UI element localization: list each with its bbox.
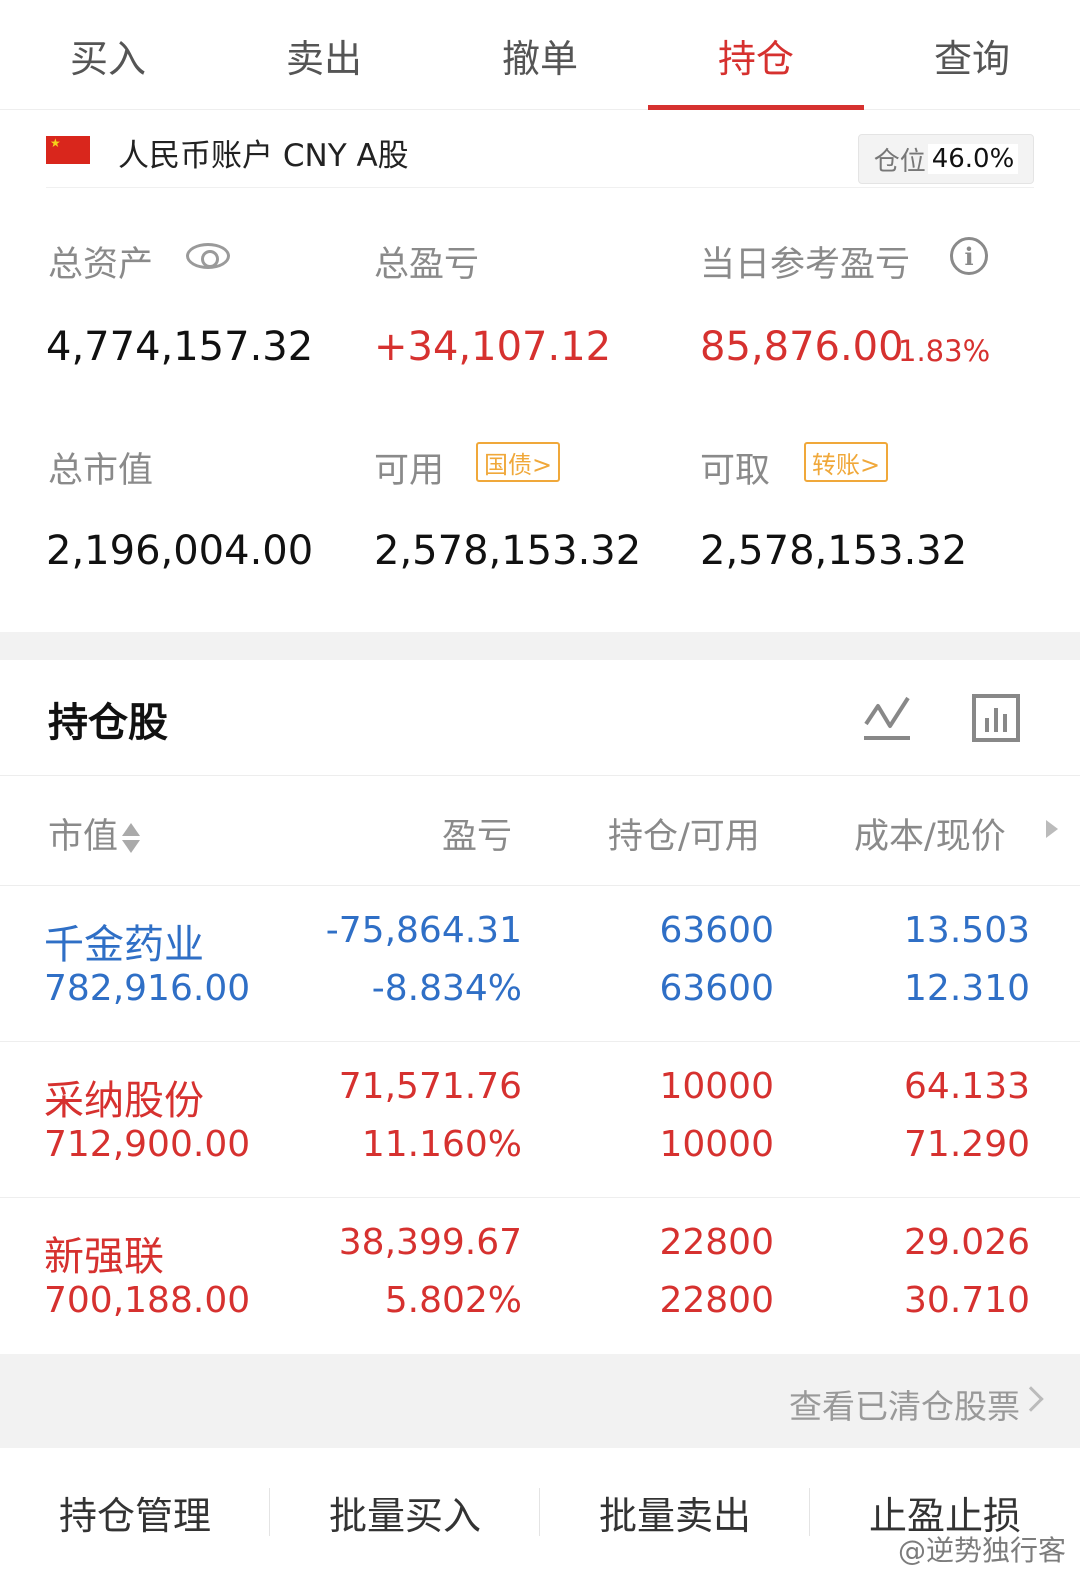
account-row: 人民币账户 CNY A股 仓位 46.0% — [46, 112, 1034, 188]
position-management-button[interactable]: 持仓管理 — [0, 1448, 270, 1577]
tab-holdings[interactable]: 持仓 — [648, 0, 864, 110]
withdrawable-label: 可取 — [700, 451, 771, 491]
tab-buy[interactable]: 买入 — [0, 0, 216, 110]
position-ratio-badge: 仓位 46.0% — [858, 134, 1034, 184]
top-tab-bar: 买入 卖出 撤单 持仓 查询 — [0, 0, 1080, 110]
daily-pnl-label: 当日参考盈亏 — [700, 245, 911, 285]
view-cleared-stocks-link[interactable]: 查看已清仓股票 — [789, 1380, 1020, 1428]
column-header-market-value[interactable]: 市值 — [48, 808, 141, 859]
stock-cost: 64.133 — [904, 1066, 1030, 1107]
section-divider — [0, 632, 1080, 660]
stock-name: 千金药业 — [44, 922, 204, 968]
tab-cancel-order[interactable]: 撤单 — [432, 0, 648, 110]
stock-price: 30.710 — [904, 1280, 1030, 1321]
market-value-value: 2,196,004.00 — [46, 528, 314, 574]
stock-position: 22800 — [659, 1222, 774, 1263]
bar-chart-icon[interactable] — [972, 694, 1020, 742]
column-header-pnl: 盈亏 — [442, 817, 513, 857]
info-icon[interactable]: i — [950, 237, 988, 275]
stock-name: 新强联 — [44, 1234, 164, 1280]
column-header-position: 持仓/可用 — [608, 817, 760, 857]
tab-query[interactable]: 查询 — [864, 0, 1080, 110]
stock-market-value: 712,900.00 — [44, 1124, 251, 1165]
stock-available: 10000 — [659, 1124, 774, 1165]
treasury-bond-tag[interactable]: 国债> — [476, 442, 561, 482]
available-label: 可用 — [374, 451, 445, 491]
batch-buy-button[interactable]: 批量买入 — [270, 1448, 540, 1577]
stock-pnl-percent: 11.160% — [361, 1124, 522, 1165]
column-header-cost-price: 成本/现价 — [854, 817, 1006, 857]
stock-price: 12.310 — [904, 968, 1030, 1009]
divider — [0, 775, 1080, 776]
stock-cost: 29.026 — [904, 1222, 1030, 1263]
holding-row[interactable]: 新强联 700,188.00 38,399.67 5.802% 22800 22… — [0, 1198, 1080, 1354]
column-header-market-value-label: 市值 — [48, 817, 119, 857]
available-value: 2,578,153.32 — [374, 528, 642, 574]
stock-pnl: 71,571.76 — [338, 1066, 522, 1107]
market-value-label: 总市值 — [48, 451, 154, 491]
chevron-right-icon — [1018, 1386, 1044, 1412]
total-assets-value: 4,774,157.32 — [46, 324, 314, 370]
watermark: @逆势独行客 — [897, 1534, 1066, 1567]
holdings-title: 持仓股 — [48, 700, 168, 746]
batch-sell-button[interactable]: 批量卖出 — [540, 1448, 810, 1577]
position-label: 仓位 — [873, 146, 926, 177]
stock-price: 71.290 — [904, 1124, 1030, 1165]
holding-row[interactable]: 采纳股份 712,900.00 71,571.76 11.160% 10000 … — [0, 1042, 1080, 1198]
transfer-tag[interactable]: 转账> — [804, 442, 889, 482]
scroll-right-icon[interactable] — [1046, 820, 1058, 838]
total-pnl-label: 总盈亏 — [374, 245, 480, 285]
tab-sell[interactable]: 卖出 — [216, 0, 432, 110]
stock-pnl: -75,864.31 — [325, 910, 522, 951]
stock-market-value: 700,188.00 — [44, 1280, 251, 1321]
holding-row[interactable]: 千金药业 782,916.00 -75,864.31 -8.834% 63600… — [0, 886, 1080, 1042]
account-name: 人民币账户 CNY A股 — [118, 138, 409, 174]
withdrawable-value: 2,578,153.32 — [700, 528, 968, 574]
total-pnl-value: +34,107.12 — [374, 324, 612, 370]
stock-pnl-percent: -8.834% — [371, 968, 522, 1009]
stock-name: 采纳股份 — [44, 1078, 204, 1124]
stock-pnl-percent: 5.802% — [384, 1280, 522, 1321]
sort-icon — [122, 821, 141, 855]
stock-cost: 13.503 — [904, 910, 1030, 951]
stock-available: 63600 — [659, 968, 774, 1009]
trend-chart-icon[interactable] — [862, 694, 912, 742]
daily-pnl-value: 85,876.00 — [700, 324, 904, 370]
eye-icon[interactable] — [186, 243, 230, 269]
position-value: 46.0% — [927, 144, 1019, 174]
daily-pnl-percent: 1.83% — [898, 334, 991, 368]
china-flag-icon — [46, 136, 90, 164]
stock-position: 10000 — [659, 1066, 774, 1107]
stock-market-value: 782,916.00 — [44, 968, 251, 1009]
cleared-stocks-bar: 查看已清仓股票 — [0, 1354, 1080, 1448]
stock-pnl: 38,399.67 — [338, 1222, 522, 1263]
stock-position: 63600 — [659, 910, 774, 951]
total-assets-label: 总资产 — [48, 245, 154, 285]
stock-available: 22800 — [659, 1280, 774, 1321]
